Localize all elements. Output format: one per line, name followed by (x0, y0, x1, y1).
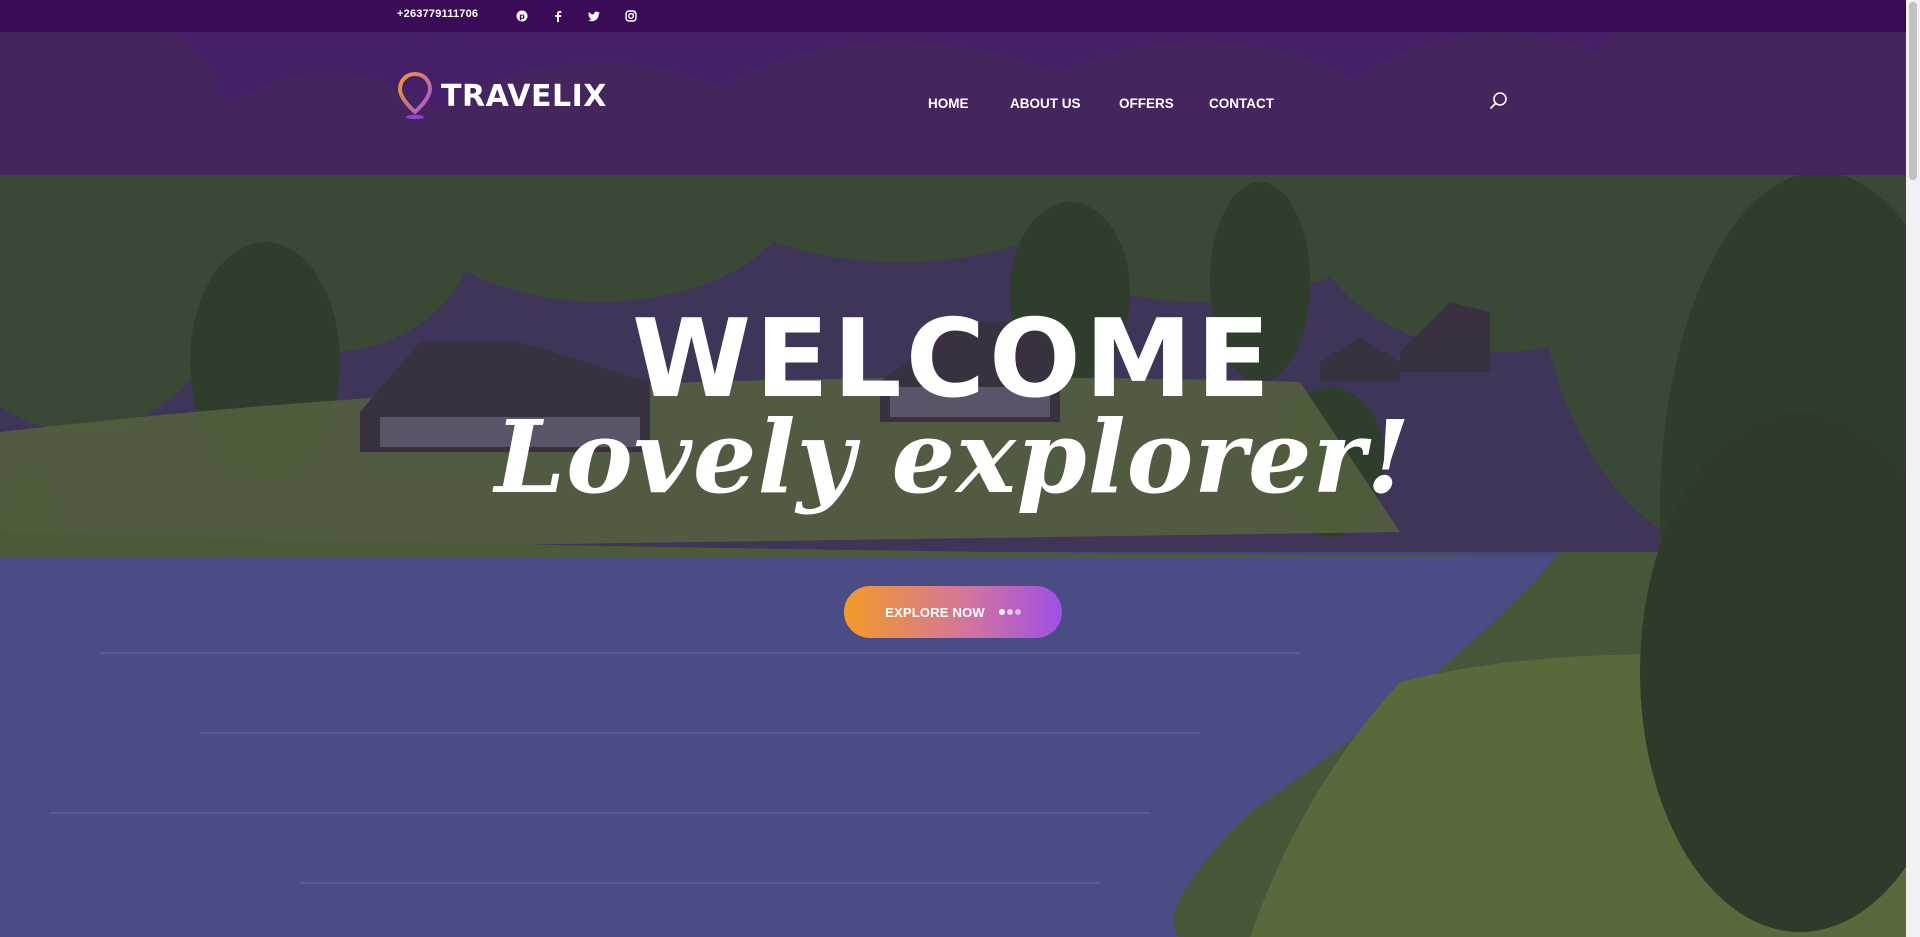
page-scrollbar[interactable] (1906, 0, 1920, 937)
dots-icon (997, 609, 1021, 615)
explore-now-button[interactable]: EXPLORE NOW (844, 586, 1062, 638)
main-header: TRAVELIX HOME ABOUT US OFFERS CONTACT (0, 32, 1906, 175)
map-pin-icon (397, 72, 433, 120)
svg-text:p: p (519, 12, 525, 21)
top-bar: +263779111706 p (0, 0, 1906, 32)
nav-offers[interactable]: OFFERS (1119, 96, 1174, 111)
search-icon[interactable] (1488, 90, 1510, 112)
nav-about-us[interactable]: ABOUT US (1010, 96, 1081, 111)
instagram-icon[interactable] (621, 6, 641, 26)
explore-now-label: EXPLORE NOW (885, 604, 985, 620)
logo[interactable]: TRAVELIX (397, 72, 607, 120)
facebook-icon[interactable] (548, 6, 568, 26)
nav-contact[interactable]: CONTACT (1209, 96, 1274, 111)
phone-number[interactable]: +263779111706 (397, 8, 478, 20)
nav-home[interactable]: HOME (928, 96, 969, 111)
twitter-icon[interactable] (584, 6, 604, 26)
logo-text: TRAVELIX (441, 78, 607, 114)
hero-tagline: Lovely explorer! (494, 398, 1412, 516)
pinterest-icon[interactable]: p (512, 6, 532, 26)
scrollbar-thumb[interactable] (1909, 2, 1917, 180)
